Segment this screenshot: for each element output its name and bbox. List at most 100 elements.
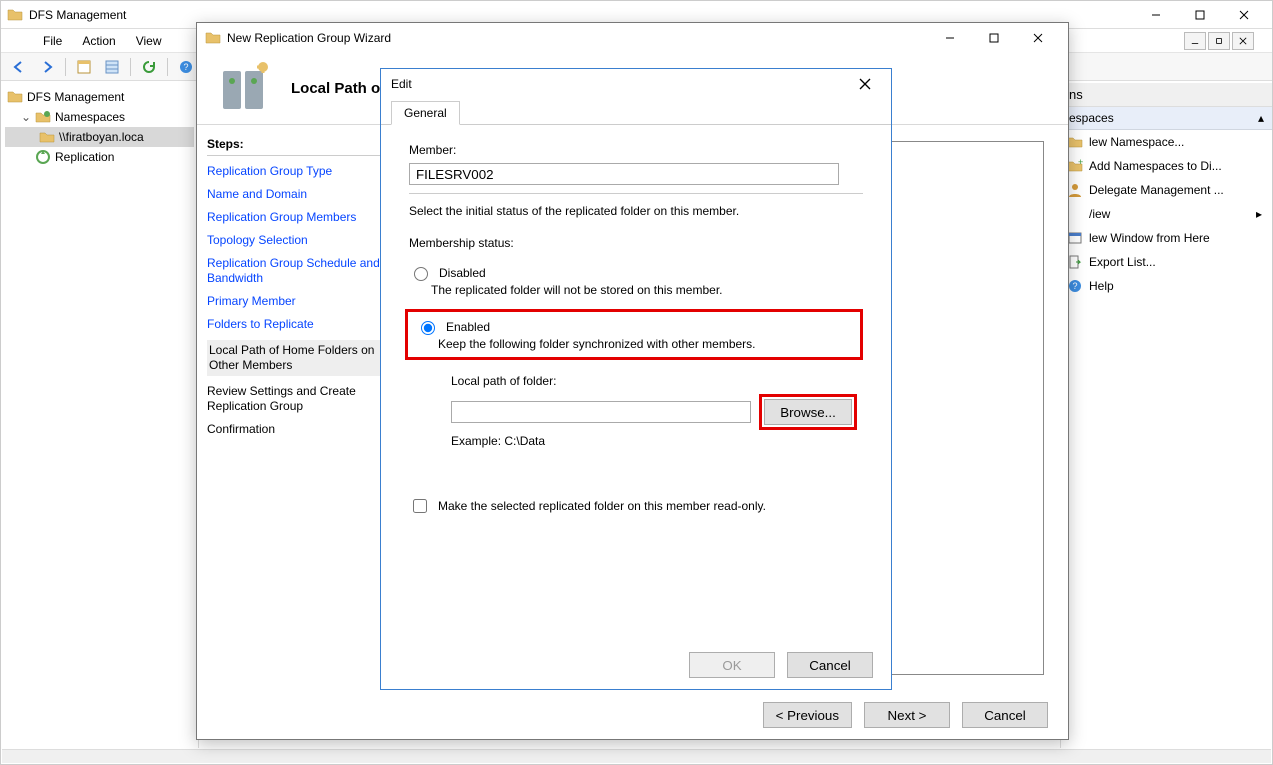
collapse-icon[interactable]: ⌄ xyxy=(21,110,31,124)
namespace-item-icon xyxy=(39,129,55,145)
mdi-restore-button[interactable] xyxy=(1208,32,1230,50)
edit-close-button[interactable] xyxy=(849,71,881,97)
namespace-icon xyxy=(35,109,51,125)
divider xyxy=(409,193,863,194)
close-button[interactable] xyxy=(1222,2,1266,28)
window-icon xyxy=(1067,230,1083,246)
wizard-footer: < Previous Next > Cancel xyxy=(197,691,1068,739)
previous-button[interactable]: < Previous xyxy=(763,702,852,728)
action-add-namespaces[interactable]: +Add Namespaces to Di... xyxy=(1061,154,1272,178)
edit-cancel-button[interactable]: Cancel xyxy=(787,652,873,678)
menu-file[interactable]: File xyxy=(35,32,70,50)
svg-text:+: + xyxy=(1078,158,1083,167)
action-delegate[interactable]: Delegate Management ... xyxy=(1061,178,1272,202)
refresh-button[interactable] xyxy=(137,56,161,78)
member-field xyxy=(409,163,839,185)
wizard-icon xyxy=(205,30,221,46)
wizard-titlebar: New Replication Group Wizard xyxy=(197,23,1068,53)
readonly-label: Make the selected replicated folder on t… xyxy=(438,499,766,513)
disabled-label: Disabled xyxy=(439,266,486,280)
add-icon: + xyxy=(1067,158,1083,174)
wizard-header-title: Local Path o xyxy=(291,80,380,97)
tree-pane: DFS Management ⌄ Namespaces \\firatboyan… xyxy=(1,83,199,748)
forward-button[interactable] xyxy=(35,56,59,78)
properties-button[interactable] xyxy=(72,56,96,78)
step-link[interactable]: Folders to Replicate xyxy=(207,317,383,332)
edit-dialog: Edit General Member: Select the initial … xyxy=(380,68,892,690)
steps-label: Steps: xyxy=(207,137,383,156)
step-future: Review Settings and Create Replication G… xyxy=(207,384,383,414)
ok-button: OK xyxy=(689,652,775,678)
list-button[interactable] xyxy=(100,56,124,78)
tree-root[interactable]: DFS Management xyxy=(5,87,194,107)
user-icon xyxy=(1067,182,1083,198)
example-text: Example: C:\Data xyxy=(451,434,863,448)
tree-label: Namespaces xyxy=(55,110,125,124)
replication-icon xyxy=(35,149,51,165)
disabled-radio[interactable] xyxy=(414,267,428,281)
step-link[interactable]: Primary Member xyxy=(207,294,383,309)
edit-footer: OK Cancel xyxy=(381,641,891,689)
step-link[interactable]: Replication Group Schedule and Bandwidth xyxy=(207,256,383,286)
edit-title: Edit xyxy=(391,77,849,91)
tree-replication[interactable]: Replication xyxy=(5,147,194,167)
path-input[interactable] xyxy=(451,401,751,423)
browse-button[interactable]: Browse... xyxy=(764,399,852,425)
wizard-steps: Steps: Replication Group Type Name and D… xyxy=(197,125,393,683)
enabled-label: Enabled xyxy=(446,320,490,334)
svg-text:?: ? xyxy=(183,62,188,72)
cancel-button[interactable]: Cancel xyxy=(962,702,1048,728)
help-button[interactable]: ? xyxy=(174,56,198,78)
step-future: Confirmation xyxy=(207,422,383,437)
menu-action[interactable]: Action xyxy=(74,32,123,50)
browse-highlight: Browse... xyxy=(759,394,857,430)
tree-label: Replication xyxy=(55,150,114,164)
app-icon xyxy=(7,7,23,23)
help-icon: ? xyxy=(1067,278,1083,294)
mdi-minimize-button[interactable] xyxy=(1184,32,1206,50)
action-new-namespace[interactable]: lew Namespace... xyxy=(1061,130,1272,154)
actions-group-header[interactable]: espaces ▴ xyxy=(1061,107,1272,130)
chevron-right-icon: ▸ xyxy=(1256,207,1262,221)
actions-pane: ns espaces ▴ lew Namespace... +Add Names… xyxy=(1060,83,1272,748)
disabled-desc: The replicated folder will not be stored… xyxy=(431,283,863,297)
wizard-title: New Replication Group Wizard xyxy=(227,31,928,45)
path-label: Local path of folder: xyxy=(451,374,863,388)
namespace-icon xyxy=(1067,134,1083,150)
tab-general[interactable]: General xyxy=(391,101,460,125)
action-view[interactable]: /iew▸ xyxy=(1061,202,1272,226)
tree-label: \\firatboyan.loca xyxy=(59,130,144,144)
enabled-desc: Keep the following folder synchronized w… xyxy=(438,337,852,351)
action-new-window[interactable]: lew Window from Here xyxy=(1061,226,1272,250)
enabled-radio[interactable] xyxy=(421,321,435,335)
next-button[interactable]: Next > xyxy=(864,702,950,728)
step-current[interactable]: Local Path of Home Folders on Other Memb… xyxy=(207,340,383,376)
wizard-maximize-button[interactable] xyxy=(972,25,1016,51)
edit-titlebar: Edit xyxy=(381,69,891,99)
description-text: Select the initial status of the replica… xyxy=(409,204,863,218)
svg-text:?: ? xyxy=(1072,281,1077,291)
readonly-checkbox[interactable] xyxy=(413,499,427,513)
back-button[interactable] xyxy=(7,56,31,78)
tree-namespace-item[interactable]: \\firatboyan.loca xyxy=(5,127,194,147)
tree-namespaces[interactable]: ⌄ Namespaces xyxy=(5,107,194,127)
tabstrip: General xyxy=(381,99,891,125)
mdi-close-button[interactable] xyxy=(1232,32,1254,50)
action-help[interactable]: ?Help xyxy=(1061,274,1272,298)
wizard-close-button[interactable] xyxy=(1016,25,1060,51)
actions-header: ns xyxy=(1061,83,1272,107)
status-label: Membership status: xyxy=(409,236,863,250)
wizard-minimize-button[interactable] xyxy=(928,25,972,51)
collapse-up-icon: ▴ xyxy=(1258,111,1264,125)
minimize-button[interactable] xyxy=(1134,2,1178,28)
step-link[interactable]: Replication Group Type xyxy=(207,164,383,179)
menu-view[interactable]: View xyxy=(128,32,170,50)
step-link[interactable]: Name and Domain xyxy=(207,187,383,202)
statusbar xyxy=(2,749,1271,763)
actions-group-label: espaces xyxy=(1069,111,1114,125)
step-link[interactable]: Replication Group Members xyxy=(207,210,383,225)
action-export[interactable]: Export List... xyxy=(1061,250,1272,274)
step-link[interactable]: Topology Selection xyxy=(207,233,383,248)
maximize-button[interactable] xyxy=(1178,2,1222,28)
tree-label: DFS Management xyxy=(27,90,124,104)
